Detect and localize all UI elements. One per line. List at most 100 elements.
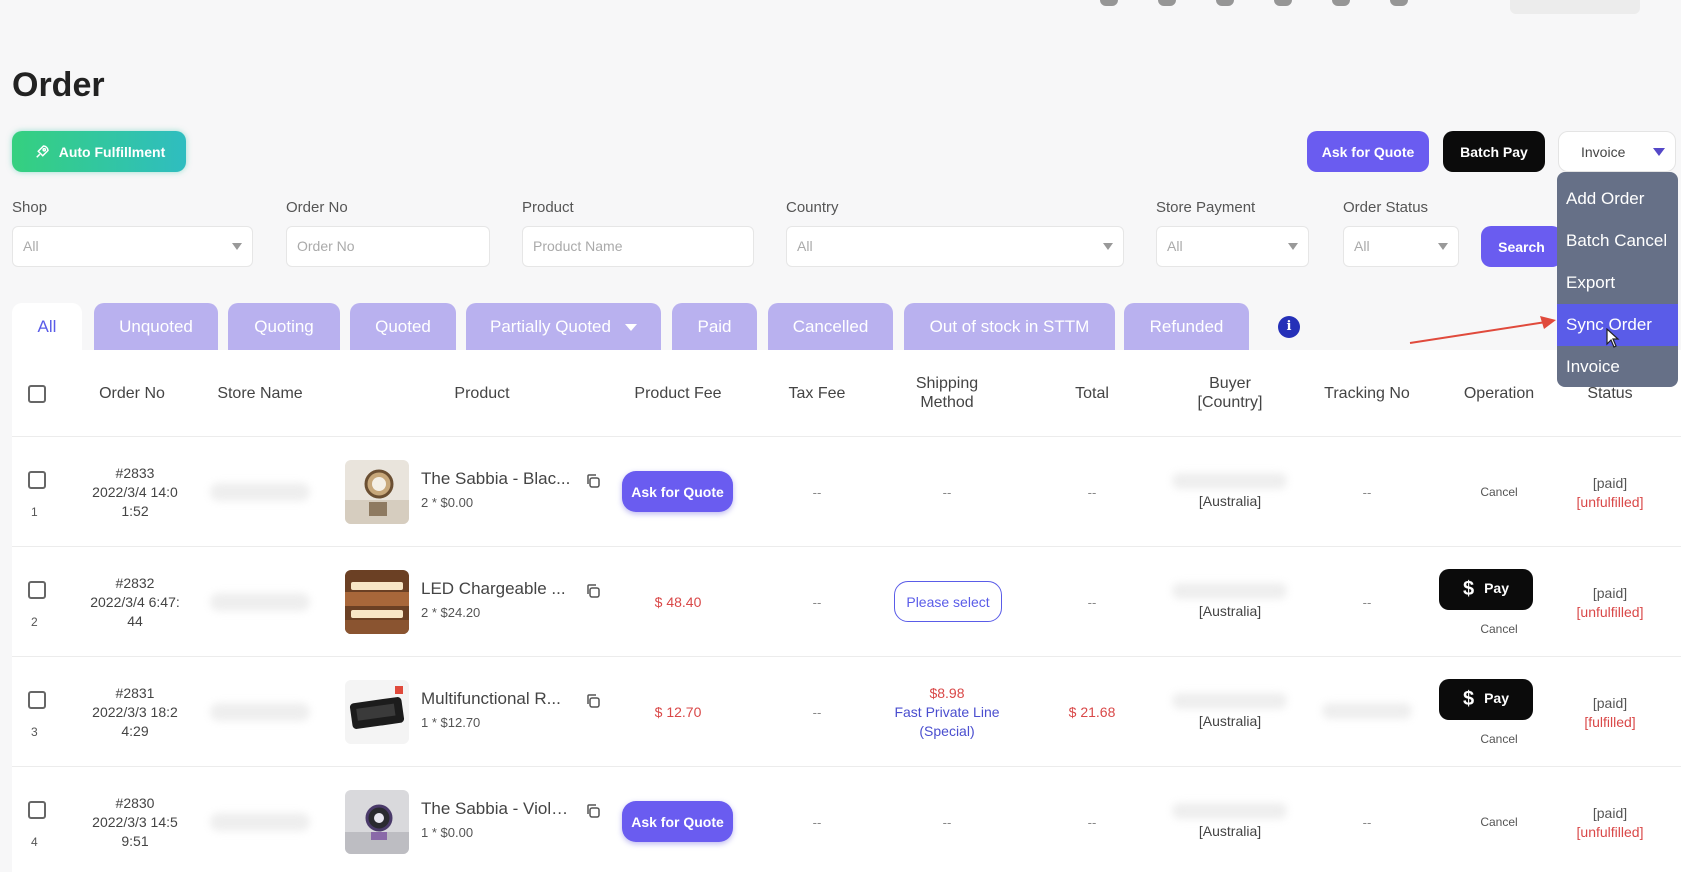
tracking-no: -- xyxy=(1362,485,1372,500)
account-menu[interactable] xyxy=(1510,0,1640,14)
help-icon[interactable] xyxy=(1158,0,1176,6)
settings-icon[interactable] xyxy=(1332,0,1350,6)
top-toolbar-icons xyxy=(1100,0,1408,6)
pay-button[interactable]: $ Pay xyxy=(1439,569,1533,610)
copy-icon[interactable] xyxy=(585,693,601,709)
table-header: Order No Store Name Product Product Fee … xyxy=(12,350,1681,437)
row-number: 4 xyxy=(31,835,38,849)
copy-icon[interactable] xyxy=(585,473,601,489)
product-name[interactable]: The Sabbia - Blac... xyxy=(421,469,571,489)
shipping-method: $8.98 Fast Private Line (Special) xyxy=(882,684,1012,741)
row-checkbox[interactable] xyxy=(28,801,46,819)
product-thumbnail[interactable] xyxy=(345,460,409,524)
table-row: 3 #2831 2022/3/3 18:2 4:29 Multifunction… xyxy=(12,657,1681,767)
buyer-name-redacted xyxy=(1172,693,1287,709)
tab-all[interactable]: All xyxy=(12,303,82,350)
menu-item-batch-cancel[interactable]: Batch Cancel xyxy=(1557,220,1678,262)
menu-item-add-order[interactable]: Add Order xyxy=(1557,178,1678,220)
info-icon[interactable]: i xyxy=(1278,316,1300,338)
shop-filter-label: Shop xyxy=(12,199,48,216)
tab-out-of-stock[interactable]: Out of stock in STTM xyxy=(904,303,1115,350)
col-operation: Operation xyxy=(1463,385,1535,402)
fulfillment-status: [unfulfilled] xyxy=(1576,494,1644,510)
order-no: #2832 xyxy=(115,575,155,591)
auto-fulfillment-button[interactable]: Auto Fulfillment xyxy=(12,131,186,172)
tab-paid[interactable]: Paid xyxy=(672,303,757,350)
user-icon[interactable] xyxy=(1390,0,1408,6)
country-select-value: All xyxy=(797,238,813,254)
ask-for-quote-button[interactable]: Ask for Quote xyxy=(1307,131,1429,172)
order-no-input[interactable]: Order No xyxy=(286,226,490,267)
invoice-select[interactable]: Invoice xyxy=(1558,131,1676,172)
copy-icon[interactable] xyxy=(585,803,601,819)
payment-status: [paid] xyxy=(1592,695,1628,711)
col-order-no: Order No xyxy=(99,385,165,402)
product-thumbnail[interactable] xyxy=(345,680,409,744)
tracking-no-redacted xyxy=(1322,703,1412,719)
order-date: 2022/3/4 6:47: xyxy=(90,594,180,610)
order-date: 2022/3/3 14:5 xyxy=(92,814,178,830)
product-thumbnail[interactable] xyxy=(345,570,409,634)
buyer-country: [Australia] xyxy=(1198,603,1262,619)
menu-item-export[interactable]: Export xyxy=(1557,262,1678,304)
caret-down-icon xyxy=(1653,148,1665,156)
shop-select[interactable]: All xyxy=(12,226,253,267)
row-checkbox[interactable] xyxy=(28,691,46,709)
shipping-price: $8.98 xyxy=(929,685,965,701)
col-store-name: Store Name xyxy=(217,385,303,402)
row-number: 2 xyxy=(31,615,38,629)
tax-fee: -- xyxy=(812,815,822,830)
tab-cancelled[interactable]: Cancelled xyxy=(768,303,893,350)
order-time: 44 xyxy=(127,613,143,629)
product-qty-price: 2 * $0.00 xyxy=(421,495,474,510)
order-no-cell: #2830 2022/3/3 14:5 9:51 xyxy=(85,794,185,851)
order-status-select[interactable]: All xyxy=(1343,226,1459,267)
menu-item-invoice[interactable]: Invoice xyxy=(1557,346,1678,388)
col-tracking-no: Tracking No xyxy=(1324,385,1410,402)
product-name[interactable]: The Sabbia - Viole... xyxy=(421,799,571,819)
country-select[interactable]: All xyxy=(786,226,1124,267)
tab-quoting[interactable]: Quoting xyxy=(228,303,340,350)
store-payment-select[interactable]: All xyxy=(1156,226,1309,267)
table-row: 4 #2830 2022/3/3 14:5 9:51 The Sabbia - … xyxy=(12,767,1681,872)
fulfillment-status: [unfulfilled] xyxy=(1576,604,1644,620)
buyer-country: [Australia] xyxy=(1198,713,1262,729)
select-all-checkbox[interactable] xyxy=(28,385,46,403)
cancel-link[interactable]: Cancel xyxy=(1469,815,1529,829)
chat-icon[interactable] xyxy=(1274,0,1292,6)
cancel-link[interactable]: Cancel xyxy=(1469,485,1529,499)
dollar-icon: $ xyxy=(1462,578,1475,600)
ask-for-quote-button[interactable]: Ask for Quote xyxy=(622,471,733,512)
copy-icon[interactable] xyxy=(585,583,601,599)
shipping-name[interactable]: Fast Private Line xyxy=(882,703,1012,722)
tab-partially-quoted[interactable]: Partially Quoted xyxy=(466,303,661,350)
product-name-input[interactable]: Product Name xyxy=(522,226,754,267)
tax-fee: -- xyxy=(812,595,822,610)
cancel-link[interactable]: Cancel xyxy=(1469,622,1529,636)
auto-fulfillment-label: Auto Fulfillment xyxy=(58,143,166,160)
caret-down-icon xyxy=(1438,243,1448,250)
ask-for-quote-button[interactable]: Ask for Quote xyxy=(622,801,733,842)
notification-icon[interactable] xyxy=(1216,0,1234,6)
product-name[interactable]: LED Chargeable ... xyxy=(421,579,571,599)
order-no-cell: #2832 2022/3/4 6:47: 44 xyxy=(85,574,185,631)
shipping-method: -- xyxy=(942,815,952,830)
cancel-link[interactable]: Cancel xyxy=(1469,732,1529,746)
buyer-name-redacted xyxy=(1172,473,1287,489)
tab-refunded[interactable]: Refunded xyxy=(1124,303,1249,350)
batch-pay-button[interactable]: Batch Pay xyxy=(1443,131,1545,172)
search-button[interactable]: Search xyxy=(1481,226,1562,267)
shipping-method-select[interactable]: Please select xyxy=(894,581,1002,622)
pay-label: Pay xyxy=(1484,580,1510,597)
store-payment-select-value: All xyxy=(1167,238,1183,254)
tab-quoted[interactable]: Quoted xyxy=(350,303,456,350)
row-checkbox[interactable] xyxy=(28,471,46,489)
tab-unquoted[interactable]: Unquoted xyxy=(94,303,218,350)
product-name[interactable]: Multifunctional R... xyxy=(421,689,571,709)
product-thumbnail[interactable] xyxy=(345,790,409,854)
order-status-filter-label: Order Status xyxy=(1343,199,1429,216)
pay-button[interactable]: $ Pay xyxy=(1439,679,1533,720)
col-product-fee: Product Fee xyxy=(634,385,722,402)
search-icon[interactable] xyxy=(1100,0,1118,6)
row-checkbox[interactable] xyxy=(28,581,46,599)
